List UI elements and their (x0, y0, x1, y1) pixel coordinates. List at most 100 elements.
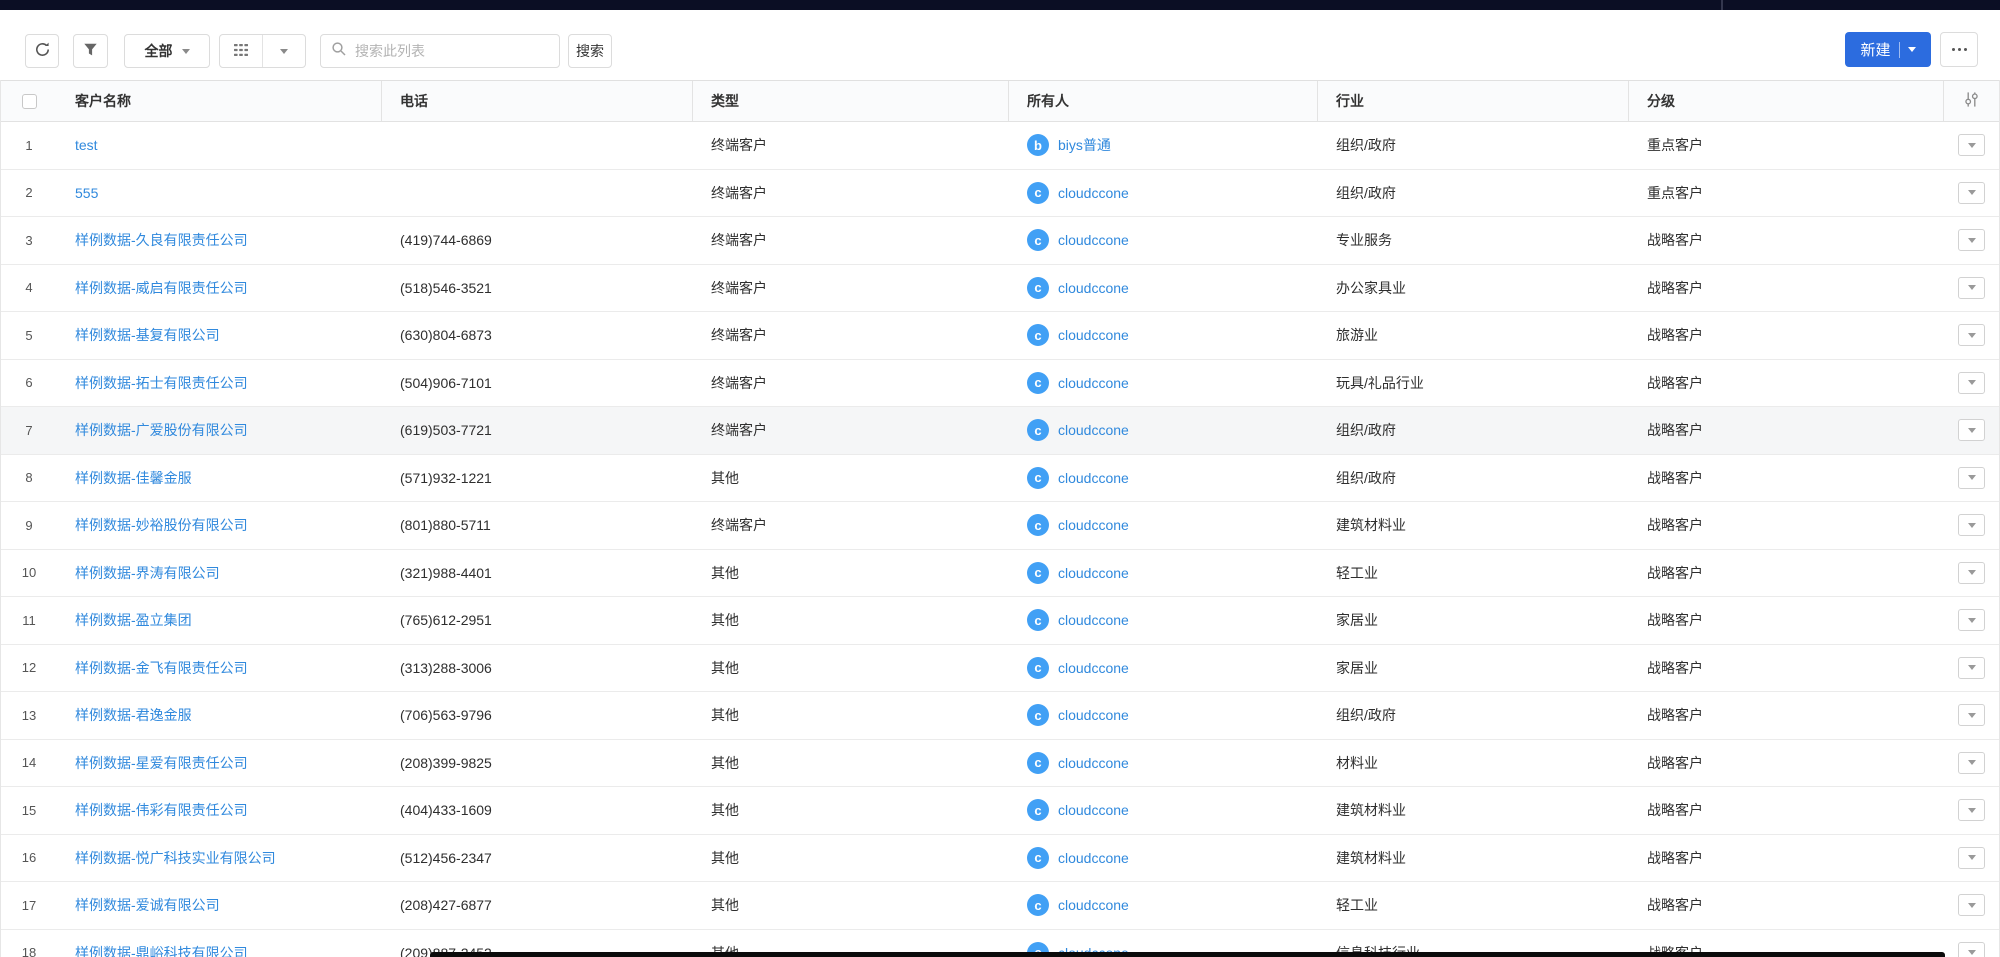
row-actions-cell (1944, 122, 1999, 169)
owner-link[interactable]: cloudccone (1058, 660, 1129, 676)
column-header-owner[interactable]: 所有人 (1009, 81, 1318, 121)
row-dropdown-button[interactable] (1958, 229, 1985, 252)
search-button[interactable]: 搜索 (568, 34, 612, 68)
more-actions-button[interactable] (1940, 32, 1978, 67)
view-scope-dropdown[interactable]: 全部 (124, 34, 210, 68)
row-number-cell[interactable]: 17 (1, 882, 57, 929)
type-cell: 终端客户 (711, 327, 767, 344)
column-header-industry[interactable]: 行业 (1318, 81, 1629, 121)
customer-name-cell: 样例数据-界涛有限公司 (57, 550, 382, 597)
owner-avatar: c (1027, 181, 1049, 204)
owner-link[interactable]: cloudccone (1058, 707, 1129, 723)
customer-name-link[interactable]: 样例数据-金飞有限责任公司 (75, 658, 248, 678)
column-settings-button[interactable] (1944, 81, 1999, 121)
row-dropdown-button[interactable] (1958, 941, 1985, 957)
row-number-cell[interactable]: 15 (1, 787, 57, 834)
type-cell: 其他 (711, 564, 739, 581)
row-number-cell[interactable]: 4 (1, 265, 57, 312)
row-dropdown-button[interactable] (1958, 276, 1985, 299)
row-dropdown-button[interactable] (1958, 134, 1985, 157)
customer-name-link[interactable]: 样例数据-界涛有限公司 (75, 563, 220, 583)
row-number-cell[interactable]: 11 (1, 597, 57, 644)
customer-name-link[interactable]: 样例数据-佳馨金服 (75, 468, 192, 488)
customer-name-cell: 样例数据-盈立集团 (57, 597, 382, 644)
row-number-cell[interactable]: 2 (1, 170, 57, 217)
row-dropdown-button[interactable] (1958, 371, 1985, 394)
customer-name-link[interactable]: 样例数据-悦广科技实业有限公司 (75, 848, 276, 868)
row-dropdown-button[interactable] (1958, 799, 1985, 822)
owner-link[interactable]: cloudccone (1058, 850, 1129, 866)
owner-link[interactable]: cloudccone (1058, 422, 1129, 438)
customer-name-link[interactable]: 样例数据-威启有限责任公司 (75, 278, 248, 298)
grade-label: 战略客户 (1647, 612, 1703, 629)
customer-name-link[interactable]: 555 (75, 185, 98, 201)
owner-link[interactable]: cloudccone (1058, 755, 1129, 771)
row-dropdown-button[interactable] (1958, 751, 1985, 774)
customer-name-link[interactable]: 样例数据-基复有限公司 (75, 325, 220, 345)
row-dropdown-button[interactable] (1958, 466, 1985, 489)
customer-name-link[interactable]: 样例数据-君逸金服 (75, 705, 192, 725)
row-number-cell[interactable]: 16 (1, 835, 57, 882)
row-dropdown-button[interactable] (1958, 514, 1985, 537)
phone-cell: (504)906-7101 (400, 374, 492, 391)
customer-name-link[interactable]: test (75, 137, 98, 153)
column-header-type[interactable]: 类型 (693, 81, 1009, 121)
owner-link[interactable]: cloudccone (1058, 517, 1129, 533)
row-dropdown-button[interactable] (1958, 656, 1985, 679)
row-number: 15 (21, 802, 37, 818)
row-dropdown-button[interactable] (1958, 609, 1985, 632)
filter-button[interactable] (73, 34, 108, 68)
row-number-cell[interactable]: 13 (1, 692, 57, 739)
customer-name-link[interactable]: 样例数据-爱诚有限公司 (75, 895, 220, 915)
row-dropdown-button[interactable] (1958, 419, 1985, 442)
row-dropdown-button[interactable] (1958, 324, 1985, 347)
row-dropdown-button[interactable] (1958, 894, 1985, 917)
row-number-cell[interactable]: 3 (1, 217, 57, 264)
view-mode-dropdown[interactable] (262, 35, 305, 67)
row-dropdown-button[interactable] (1958, 704, 1985, 727)
refresh-button[interactable] (25, 34, 59, 68)
customer-name-cell: 样例数据-久良有限责任公司 (57, 217, 382, 264)
row-number-cell[interactable]: 9 (1, 502, 57, 549)
customer-name-link[interactable]: 样例数据-伟彩有限责任公司 (75, 800, 248, 820)
row-number-cell[interactable]: 18 (1, 930, 57, 957)
grid-view-button[interactable] (220, 35, 262, 67)
customer-name-link[interactable]: 样例数据-妙裕股份有限公司 (75, 515, 248, 535)
owner-link[interactable]: cloudccone (1058, 802, 1129, 818)
owner-link[interactable]: cloudccone (1058, 897, 1129, 913)
row-dropdown-button[interactable] (1958, 181, 1985, 204)
customer-name-link[interactable]: 样例数据-拓士有限责任公司 (75, 373, 248, 393)
row-number-cell[interactable]: 7 (1, 407, 57, 454)
row-number-cell[interactable]: 1 (1, 122, 57, 169)
column-header-grade[interactable]: 分级 (1629, 81, 1944, 121)
owner-link[interactable]: cloudccone (1058, 612, 1129, 628)
owner-link[interactable]: cloudccone (1058, 232, 1129, 248)
select-all-checkbox[interactable] (21, 93, 37, 109)
new-dropdown-caret-icon[interactable] (1907, 47, 1916, 52)
customer-name-link[interactable]: 样例数据-盈立集团 (75, 610, 192, 630)
owner-link[interactable]: biys普通 (1058, 135, 1111, 155)
row-number-cell[interactable]: 8 (1, 455, 57, 502)
customer-name-link[interactable]: 样例数据-广爱股份有限公司 (75, 420, 248, 440)
column-header-phone[interactable]: 电话 (382, 81, 693, 121)
row-number-cell[interactable]: 12 (1, 645, 57, 692)
row-number-cell[interactable]: 5 (1, 312, 57, 359)
owner-avatar: c (1027, 514, 1049, 537)
row-number-cell[interactable]: 14 (1, 740, 57, 787)
row-dropdown-button[interactable] (1958, 561, 1985, 584)
customer-name-link[interactable]: 样例数据-鼎峪科技有限公司 (75, 943, 248, 957)
new-button[interactable]: 新建 (1845, 32, 1931, 67)
owner-link[interactable]: cloudccone (1058, 185, 1129, 201)
customer-name-link[interactable]: 样例数据-星爱有限责任公司 (75, 753, 248, 773)
row-dropdown-button[interactable] (1958, 846, 1985, 869)
row-number-cell[interactable]: 6 (1, 360, 57, 407)
column-header-customer-name[interactable]: 客户名称 (57, 81, 382, 121)
customer-name-link[interactable]: 样例数据-久良有限责任公司 (75, 230, 248, 250)
row-number-cell[interactable]: 10 (1, 550, 57, 597)
owner-link[interactable]: cloudccone (1058, 375, 1129, 391)
owner-link[interactable]: cloudccone (1058, 327, 1129, 343)
owner-link[interactable]: cloudccone (1058, 280, 1129, 296)
search-input[interactable] (355, 43, 549, 59)
owner-link[interactable]: cloudccone (1058, 470, 1129, 486)
owner-link[interactable]: cloudccone (1058, 565, 1129, 581)
